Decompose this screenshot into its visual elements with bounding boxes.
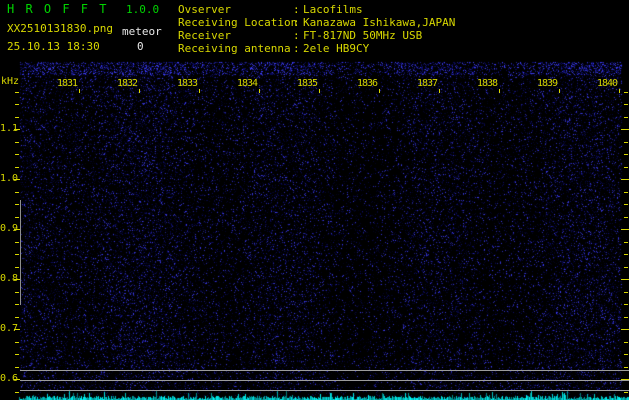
info-separator: : <box>293 42 300 55</box>
freq-axis-label: 0.7 <box>0 323 19 334</box>
time-axis-label: 1832 <box>117 78 138 89</box>
mode-label: meteor <box>122 25 162 38</box>
reference-line-0.62khz <box>20 370 629 371</box>
info-label: Receiving antenna <box>178 42 291 55</box>
time-tick <box>139 89 140 93</box>
info-separator: : <box>293 29 300 42</box>
freq-axis-label: 0.6 <box>0 373 19 384</box>
freq-minor-tick-left <box>15 204 19 205</box>
freq-axis-label: 1.1 <box>0 123 19 134</box>
freq-minor-tick-left <box>15 92 19 93</box>
hrofft-screen: H R O F F T 1.0.0 XX2510131830.png meteo… <box>0 0 629 400</box>
time-tick <box>79 89 80 93</box>
info-label: Receiver <box>178 29 231 42</box>
time-axis-label: 1835 <box>297 78 318 89</box>
time-tick <box>199 89 200 93</box>
info-label: Receiving Location <box>178 16 298 29</box>
info-label: Ovserver <box>178 3 231 16</box>
output-filename: XX2510131830.png <box>7 22 113 35</box>
time-tick <box>259 89 260 93</box>
info-value: FT-817ND 50MHz USB <box>303 29 423 42</box>
freq-minor-tick-left <box>15 342 19 343</box>
freq-minor-tick-left <box>15 392 19 393</box>
freq-minor-tick-right <box>624 317 628 318</box>
info-value: Kanazawa Ishikawa,JAPAN <box>303 16 456 29</box>
freq-minor-tick-right <box>624 142 628 143</box>
freq-minor-tick-right <box>624 217 628 218</box>
app-title: H R O F F T <box>7 2 109 16</box>
time-tick <box>379 89 380 93</box>
freq-axis-label: 0.8 <box>0 273 19 284</box>
freq-minor-tick-right <box>624 117 628 118</box>
freq-minor-tick-right <box>624 367 628 368</box>
freq-minor-tick-left <box>15 117 19 118</box>
freq-minor-tick-left <box>15 317 19 318</box>
freq-minor-tick-right <box>624 254 628 255</box>
freq-minor-tick-left <box>15 104 19 105</box>
time-tick <box>439 89 440 93</box>
freq-minor-tick-left <box>15 292 19 293</box>
freq-minor-tick-right <box>624 104 628 105</box>
freq-axis-unit: kHz <box>1 76 20 87</box>
freq-minor-tick-left <box>15 217 19 218</box>
freq-major-tick-right <box>621 379 629 380</box>
date-time: 25.10.13 18:30 <box>7 40 100 53</box>
freq-minor-tick-right <box>624 392 628 393</box>
freq-minor-tick-right <box>624 242 628 243</box>
freq-minor-tick-left <box>15 192 19 193</box>
freq-major-tick-right <box>621 179 629 180</box>
time-axis-label: 1834 <box>237 78 258 89</box>
freq-minor-tick-right <box>624 267 628 268</box>
freq-minor-tick-left <box>15 304 19 305</box>
freq-minor-tick-right <box>624 154 628 155</box>
freq-minor-tick-right <box>624 354 628 355</box>
freq-major-tick-right <box>621 279 629 280</box>
time-axis-label: 1839 <box>537 78 558 89</box>
info-separator: : <box>293 16 300 29</box>
freq-major-tick-right <box>621 129 629 130</box>
time-tick <box>619 89 620 93</box>
freq-major-tick-right <box>621 229 629 230</box>
freq-minor-tick-left <box>15 367 19 368</box>
freq-minor-tick-left <box>15 254 19 255</box>
reference-line-0.60khz <box>20 380 629 381</box>
reference-line-0.58khz <box>20 390 629 391</box>
time-axis-label: 1837 <box>417 78 438 89</box>
freq-minor-tick-right <box>624 204 628 205</box>
freq-major-tick-right <box>621 329 629 330</box>
freq-minor-tick-right <box>624 192 628 193</box>
info-value: 2ele HB9CY <box>303 42 370 55</box>
freq-axis-label: 0.9 <box>0 223 19 234</box>
freq-minor-tick-right <box>624 292 628 293</box>
freq-minor-tick-left <box>15 142 19 143</box>
freq-minor-tick-left <box>15 354 19 355</box>
count-band-marker-line <box>20 200 21 305</box>
spectrogram-canvas <box>0 0 629 400</box>
time-tick <box>499 89 500 93</box>
freq-minor-tick-left <box>15 267 19 268</box>
info-value: Lacofilms <box>303 3 363 16</box>
time-tick <box>319 89 320 93</box>
time-tick <box>559 89 560 93</box>
time-axis-label: 1838 <box>477 78 498 89</box>
app-version: 1.0.0 <box>126 3 160 16</box>
freq-minor-tick-left <box>15 167 19 168</box>
time-axis-label: 1840 <box>597 78 618 89</box>
time-axis-label: 1831 <box>57 78 78 89</box>
freq-minor-tick-right <box>624 304 628 305</box>
meteor-count: 0 <box>137 40 144 53</box>
freq-minor-tick-left <box>15 154 19 155</box>
time-axis-label: 1833 <box>177 78 198 89</box>
info-separator: : <box>293 3 300 16</box>
time-axis-label: 1836 <box>357 78 378 89</box>
freq-axis-label: 1.0 <box>0 173 19 184</box>
freq-minor-tick-right <box>624 342 628 343</box>
freq-minor-tick-left <box>15 242 19 243</box>
info-row-antenna: Receiving antenna : 2ele HB9CY <box>178 43 618 56</box>
freq-minor-tick-right <box>624 167 628 168</box>
freq-minor-tick-right <box>624 92 628 93</box>
